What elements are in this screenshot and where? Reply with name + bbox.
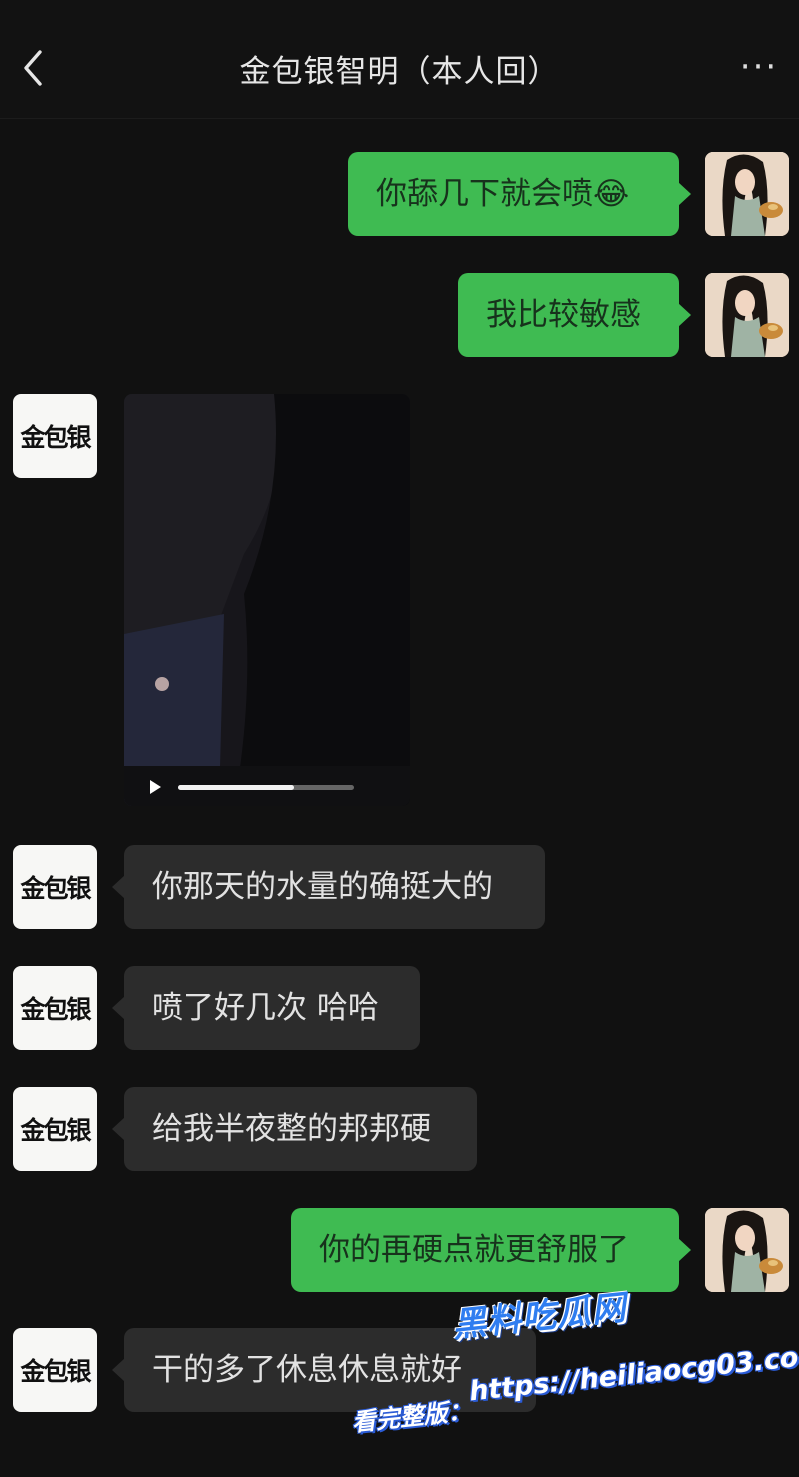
message-bubble-sent[interactable]: 我比较敏感 (458, 273, 691, 357)
video-thumbnail (124, 394, 410, 806)
portrait-image (705, 273, 789, 357)
watermark-url: https://heiliaocg03.com (467, 1339, 799, 1408)
message-text: 你的再硬点就更舒服了 (319, 1232, 629, 1268)
contact-avatar-logo: 金包银 (20, 1357, 91, 1386)
message-bubble-received[interactable]: 给我半夜整的邦邦硬 (112, 1087, 477, 1171)
chat-title: 金包银智明（本人回） (239, 54, 560, 90)
site-watermark: 黑料吃瓜网 https://heiliaocg03.com 看完整版： (336, 1262, 799, 1469)
contact-avatar[interactable]: 金包银 (13, 845, 97, 929)
message-bubble-sent[interactable]: 你舔几下就会喷😂 (348, 152, 691, 236)
watermark-label: 看完整版： (350, 1396, 473, 1437)
my-avatar[interactable] (705, 152, 789, 236)
message-text: 给我半夜整的邦邦硬 (152, 1111, 431, 1147)
video-progress-fill (178, 785, 295, 790)
contact-avatar[interactable]: 金包银 (13, 1087, 97, 1171)
contact-avatar-logo: 金包银 (20, 995, 91, 1024)
message-text: 喷了好几次 哈哈 (152, 990, 379, 1026)
my-avatar[interactable] (705, 273, 789, 357)
contact-avatar-logo: 金包银 (20, 874, 91, 903)
message-bubble-received[interactable]: 喷了好几次 哈哈 (112, 966, 420, 1050)
portrait-image (705, 152, 789, 236)
chat-header: 金包银智明（本人回） ··· (0, 0, 799, 119)
contact-avatar-logo: 金包银 (20, 423, 91, 452)
message-text: 你那天的水量的确挺大的 (152, 869, 493, 905)
contact-avatar-logo: 金包银 (20, 1116, 91, 1145)
contact-avatar[interactable]: 金包银 (13, 394, 97, 478)
message-text: 我比较敏感 (486, 297, 641, 333)
more-options-icon[interactable]: ··· (739, 50, 779, 84)
message-bubble-received[interactable]: 你那天的水量的确挺大的 (112, 845, 545, 929)
message-text: 你舔几下就会喷😂 (376, 176, 630, 212)
play-icon[interactable] (150, 780, 161, 794)
contact-avatar[interactable]: 金包银 (13, 1328, 97, 1412)
video-progress-bar[interactable] (178, 785, 354, 790)
contact-avatar[interactable]: 金包银 (13, 966, 97, 1050)
video-message[interactable] (124, 394, 410, 806)
